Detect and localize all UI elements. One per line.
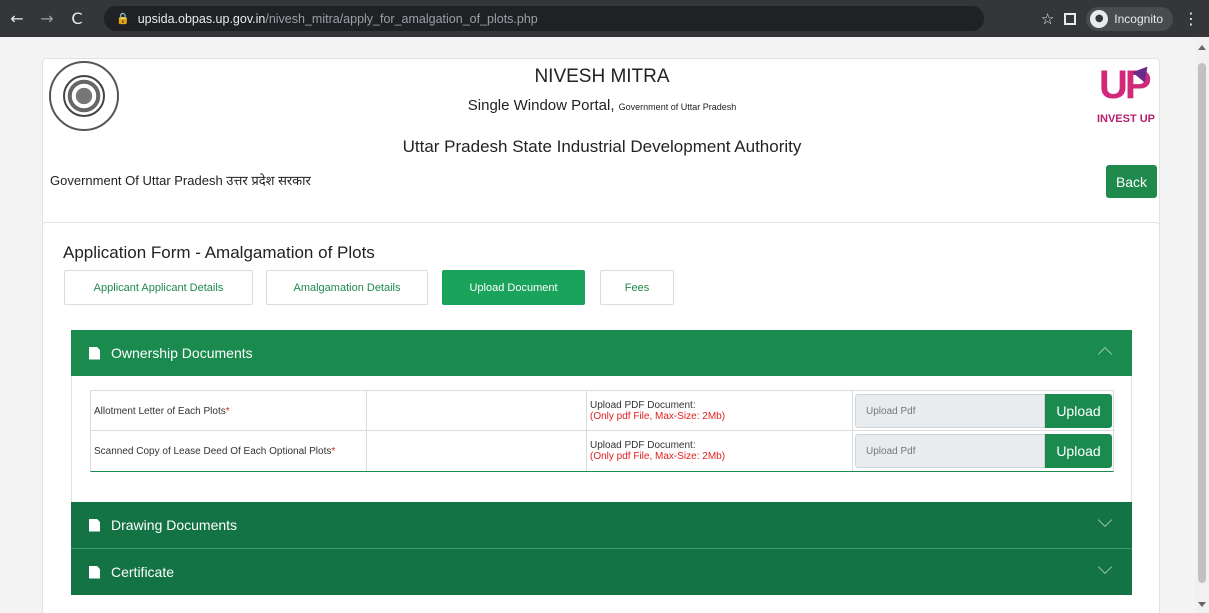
upload-info-cell: Upload PDF Document: (Only pdf File, Max… (587, 431, 853, 471)
ownership-documents-body: Allotment Letter of Each Plots * Upload P… (71, 376, 1132, 502)
url-host: upsida.obpas.up.gov.in (137, 11, 266, 26)
upload-button[interactable]: Upload (1045, 394, 1112, 428)
chevron-down-icon (1097, 559, 1113, 575)
upload-hint: (Only pdf File, Max-Size: 2Mb) (590, 411, 726, 422)
scroll-up-arrow-icon[interactable] (1198, 45, 1206, 50)
back-button[interactable]: Back (1106, 165, 1157, 198)
address-bar[interactable]: 🔒 upsida.obpas.up.gov.in/nivesh_mitra/ap… (104, 6, 984, 31)
subtitle-main: Single Window Portal, (467, 97, 615, 114)
url-path: /nivesh_mitra/apply_for_amalgation_of_pl… (265, 11, 538, 26)
subtitle-small: Government of Uttar Pradesh (618, 102, 737, 112)
accordion-label: Ownership Documents (111, 345, 253, 361)
upload-hint: (Only pdf File, Max-Size: 2Mb) (590, 451, 726, 462)
incognito-label: Incognito (1114, 11, 1163, 26)
upload-label: Upload PDF Document: (590, 440, 696, 451)
invest-up-logo: UP INVEST UP (1095, 61, 1157, 129)
file-icon (89, 346, 100, 360)
form-title: Application Form - Amalgamation of Plots (63, 243, 375, 262)
forward-arrow-icon[interactable]: → (36, 8, 58, 30)
table-row: Scanned Copy of Lease Deed Of Each Optio… (91, 431, 1115, 471)
portal-title: NIVESH MITRA (534, 66, 670, 87)
page-scrollbar[interactable] (1195, 37, 1209, 613)
document-name-cell: Scanned Copy of Lease Deed Of Each Optio… (91, 431, 367, 471)
accordion-drawing-documents[interactable]: Drawing Documents (71, 502, 1132, 548)
government-label: Government Of Uttar Pradesh उत्तर प्रदेश… (50, 173, 311, 188)
chevron-up-icon (1097, 346, 1113, 362)
accordion-certificate[interactable]: Certificate (71, 549, 1132, 595)
document-name-cell: Allotment Letter of Each Plots * (91, 391, 367, 431)
table-row: Allotment Letter of Each Plots * Upload P… (91, 391, 1115, 431)
upload-pdf-input[interactable]: Upload Pdf (855, 394, 1045, 428)
incognito-icon: ● (1090, 9, 1109, 28)
upload-pdf-input[interactable]: Upload Pdf (855, 434, 1045, 468)
file-icon (89, 565, 100, 579)
accordion-label: Drawing Documents (111, 517, 238, 533)
side-panel-icon[interactable] (1064, 12, 1077, 25)
incognito-badge[interactable]: ● Incognito (1086, 6, 1173, 31)
empty-cell (367, 431, 587, 471)
upload-info-cell: Upload PDF Document: (Only pdf File, Max… (587, 391, 853, 431)
tab-fees[interactable]: Fees (600, 270, 674, 305)
invest-up-text: INVEST UP (1096, 113, 1156, 125)
accordion-label: Certificate (111, 564, 175, 580)
portal-header: NIVESH MITRA Single Window Portal, Gover… (42, 58, 1160, 240)
portal-subtitle: Single Window Portal, Government of Utta… (43, 97, 1161, 114)
bookmark-star-icon[interactable]: ☆ (1041, 10, 1054, 28)
reload-icon[interactable]: C (66, 8, 88, 30)
required-marker: * (225, 405, 230, 417)
authority-name: Uttar Pradesh State Industrial Developme… (402, 137, 802, 156)
document-name: Scanned Copy of Lease Deed Of Each Optio… (94, 445, 332, 457)
document-name: Allotment Letter of Each Plots (94, 405, 226, 417)
chevron-down-icon (1097, 512, 1113, 528)
scrollbar-thumb[interactable] (1198, 63, 1206, 583)
documents-table: Allotment Letter of Each Plots * Upload P… (90, 390, 1115, 472)
file-icon (89, 518, 100, 532)
back-arrow-icon[interactable]: ← (6, 8, 28, 30)
browser-toolbar: ← → C 🔒 upsida.obpas.up.gov.in/nivesh_mi… (0, 0, 1209, 37)
tab-applicant-details[interactable]: Applicant Applicant Details (64, 270, 253, 305)
upload-label: Upload PDF Document: (590, 400, 696, 411)
required-marker: * (331, 445, 336, 457)
scroll-down-arrow-icon[interactable] (1198, 602, 1206, 607)
tab-upload-document[interactable]: Upload Document (442, 270, 585, 305)
lock-icon: 🔒 (116, 12, 130, 25)
tab-amalgamation-details[interactable]: Amalgamation Details (266, 270, 428, 305)
application-form-card: Application Form - Amalgamation of Plots… (42, 222, 1160, 613)
empty-cell (367, 391, 587, 431)
upload-button[interactable]: Upload (1045, 434, 1112, 468)
accordion-ownership-documents[interactable]: Ownership Documents (71, 330, 1132, 376)
page-viewport: NIVESH MITRA Single Window Portal, Gover… (0, 37, 1195, 613)
browser-menu-icon[interactable]: ⋮ (1183, 9, 1199, 28)
